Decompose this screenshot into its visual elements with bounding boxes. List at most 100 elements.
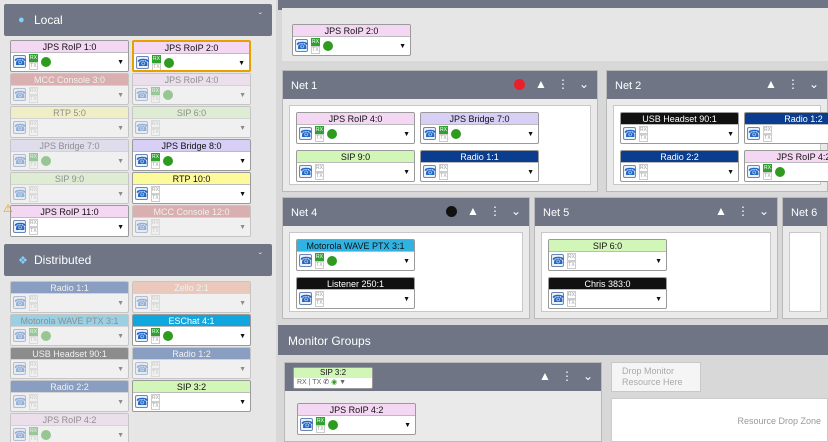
- resource-card[interactable]: SIP 3:2 ☎ RX TX ▼: [132, 380, 251, 412]
- resource-card[interactable]: Radio 1:2☎RXTX▼: [132, 347, 251, 379]
- more-options-icon[interactable]: ⋮: [561, 369, 573, 383]
- resource-card[interactable]: MCC Console 12:0 ☎ RX TX ▼: [132, 205, 251, 237]
- dropdown-icon[interactable]: ▼: [117, 158, 124, 165]
- resource-card[interactable]: JPS RoIP 4:2☎RXTX▼: [744, 150, 828, 182]
- drop-monitor-target[interactable]: Drop Monitor Resource Here: [611, 362, 701, 392]
- dropdown-icon[interactable]: ▼: [403, 131, 410, 138]
- dropdown-icon[interactable]: ▼: [404, 422, 411, 429]
- dropdown-icon[interactable]: ▼: [239, 300, 246, 307]
- dropdown-icon[interactable]: ▼: [399, 43, 406, 50]
- dropdown-icon[interactable]: ▼: [403, 258, 410, 265]
- resource-card[interactable]: JPS RoIP 4:2☎RXTX▼: [10, 413, 129, 442]
- dropdown-icon[interactable]: ▼: [238, 60, 245, 67]
- dropdown-icon[interactable]: ▼: [117, 300, 124, 307]
- resource-card[interactable]: SIP 9:0 ☎ RX TX ▼: [296, 150, 415, 182]
- dropdown-icon[interactable]: ▼: [527, 131, 534, 138]
- dropdown-icon[interactable]: ▼: [239, 125, 246, 132]
- eraser-icon[interactable]: ▲: [715, 204, 727, 218]
- dropdown-icon[interactable]: ▼: [117, 366, 124, 373]
- chevron-down-icon[interactable]: ⌄: [759, 204, 769, 218]
- chevron-down-icon[interactable]: ⌄: [809, 77, 819, 91]
- eraser-icon[interactable]: ▲: [535, 77, 547, 91]
- dropdown-icon[interactable]: ▼: [655, 258, 662, 265]
- dropdown-icon[interactable]: ▼: [117, 92, 124, 99]
- resource-type-icon: ☎: [135, 220, 149, 233]
- dropdown-icon[interactable]: ▼: [655, 296, 662, 303]
- resource-card[interactable]: Motorola WAVE PTX 3:1 ☎ RX TX ▼: [296, 239, 415, 271]
- chevron-down-icon[interactable]: ⌄: [511, 204, 521, 218]
- dropdown-icon[interactable]: ▼: [239, 92, 246, 99]
- record-indicator-icon[interactable]: [446, 206, 458, 217]
- chevron-down-icon[interactable]: ˇ: [259, 12, 262, 23]
- tx-indicator: TX: [639, 134, 648, 142]
- resource-card[interactable]: Listener 250:1 ☎ RX TX ▼: [296, 277, 415, 309]
- dropdown-icon[interactable]: ▼: [117, 399, 124, 406]
- dropdown-icon[interactable]: ▼: [239, 399, 246, 406]
- dropdown-icon[interactable]: ▼: [117, 59, 124, 66]
- dropdown-icon[interactable]: ▼: [403, 169, 410, 176]
- local-section-header[interactable]: ● Local ˇ: [4, 4, 272, 36]
- more-options-icon[interactable]: ⋮: [557, 77, 569, 91]
- dropdown-icon[interactable]: ▼: [727, 131, 734, 138]
- eraser-icon[interactable]: ▲: [765, 77, 777, 91]
- resource-card[interactable]: RTP 10:0 ☎ RX TX ▼: [132, 172, 251, 204]
- resource-card[interactable]: USB Headset 90:1 ☎ RX TX ▼: [620, 112, 739, 144]
- dropdown-icon[interactable]: ▼: [117, 333, 124, 340]
- eraser-icon[interactable]: ▲: [539, 369, 551, 383]
- more-options-icon[interactable]: ⋮: [787, 77, 799, 91]
- dropdown-icon[interactable]: ▼: [239, 333, 246, 340]
- resource-card[interactable]: JPS RoIP 2:0 ☎ RX TX ▼: [132, 40, 251, 72]
- dropdown-icon[interactable]: ▼: [239, 224, 246, 231]
- resource-card[interactable]: USB Headset 90:1 ☎ RX TX ▼: [10, 347, 129, 379]
- dropdown-icon[interactable]: ▼: [239, 158, 246, 165]
- resource-card[interactable]: JPS Bridge 7:0 ☎ RX TX ▼: [420, 112, 539, 144]
- monitor-group-card[interactable]: SIP 3:2 RX | TX ✆ ◉ ▼: [293, 367, 373, 389]
- chevron-down-icon[interactable]: ˇ: [259, 252, 262, 263]
- resource-drop-zone[interactable]: Resource Drop Zone: [611, 398, 828, 442]
- resource-card[interactable]: SIP 6:0 ☎ RX TX ▼: [548, 239, 667, 271]
- monitor-group-panel: SIP 3:2 RX | TX ✆ ◉ ▼ ▲ ⋮ ⌄ JPS RoIP 4:2…: [284, 362, 602, 442]
- record-indicator-icon[interactable]: [514, 79, 526, 90]
- resource-card[interactable]: ESChat 4:1 ☎ RX TX ▼: [132, 314, 251, 346]
- resource-card[interactable]: JPS Bridge 8:0 ☎ RX TX ▼: [132, 139, 251, 171]
- resource-card[interactable]: JPS RoIP 1:0 ☎ RX TX ▼: [10, 40, 129, 72]
- dropdown-icon[interactable]: ▼: [527, 169, 534, 176]
- resource-card[interactable]: Motorola WAVE PTX 3:1 ☎ RX TX ▼: [10, 314, 129, 346]
- phone-icon: ✆: [323, 379, 330, 386]
- more-options-icon[interactable]: ⋮: [489, 204, 501, 218]
- resource-card[interactable]: Radio 2:2 ☎ RX TX ▼: [620, 150, 739, 182]
- resource-card[interactable]: Zello 2:1 ☎ RX TX ▼: [132, 281, 251, 313]
- resource-card[interactable]: Radio 2:2 ☎ RX TX ▼: [10, 380, 129, 412]
- dropdown-icon[interactable]: ▼: [727, 169, 734, 176]
- resource-card[interactable]: JPS RoIP 4:2☎RXTX▼: [297, 403, 416, 435]
- dropdown-icon[interactable]: ▼: [117, 224, 124, 231]
- dropdown-icon[interactable]: ▼: [339, 379, 346, 386]
- dropdown-icon[interactable]: ▼: [117, 125, 124, 132]
- resource-card[interactable]: JPS Bridge 7:0 ☎ RX TX ▼: [10, 139, 129, 171]
- eraser-icon[interactable]: ▲: [467, 204, 479, 218]
- resource-card[interactable]: MCC Console 3:0 ☎ RX TX ▼: [10, 73, 129, 105]
- net-body: [789, 232, 821, 312]
- resource-card[interactable]: Radio 1:1 ☎ RX TX ▼: [420, 150, 539, 182]
- tx-indicator: TX: [151, 303, 160, 311]
- dropdown-icon[interactable]: ▼: [403, 296, 410, 303]
- resource-card[interactable]: RTP 5:0 ☎ RX TX ▼: [10, 106, 129, 138]
- resource-card[interactable]: SIP 6:0 ☎ RX TX ▼: [132, 106, 251, 138]
- resource-card[interactable]: Radio 1:1 ☎ RX TX ▼: [10, 281, 129, 313]
- resource-card[interactable]: Radio 1:2☎RXTX▼: [744, 112, 828, 144]
- chevron-down-icon[interactable]: ⌄: [583, 369, 593, 383]
- distributed-section-header[interactable]: ❖ Distributed ˇ: [4, 244, 272, 276]
- resource-card[interactable]: JPS RoIP 4:0 ☎ RX TX ▼: [132, 73, 251, 105]
- dropdown-icon[interactable]: ▼: [117, 191, 124, 198]
- more-options-icon[interactable]: ⋮: [737, 204, 749, 218]
- chevron-down-icon[interactable]: ⌄: [579, 77, 589, 91]
- dropdown-icon[interactable]: ▼: [117, 432, 124, 439]
- resource-card[interactable]: JPS RoIP 4:0 ☎ RX TX ▼: [296, 112, 415, 144]
- resource-card[interactable]: Chris 383:0 ☎ RX TX ▼: [548, 277, 667, 309]
- resource-card[interactable]: JPS RoIP 2:0 ☎ RX TX ▼: [292, 24, 411, 56]
- dropdown-icon[interactable]: ▼: [239, 191, 246, 198]
- rx-indicator: RX: [29, 120, 38, 128]
- dropdown-icon[interactable]: ▼: [239, 366, 246, 373]
- resource-card[interactable]: JPS RoIP 11:0 ☎ RX TX ▼ ⚠: [3, 203, 129, 237]
- resource-card[interactable]: SIP 9:0 ☎ RX TX ▼: [10, 172, 129, 204]
